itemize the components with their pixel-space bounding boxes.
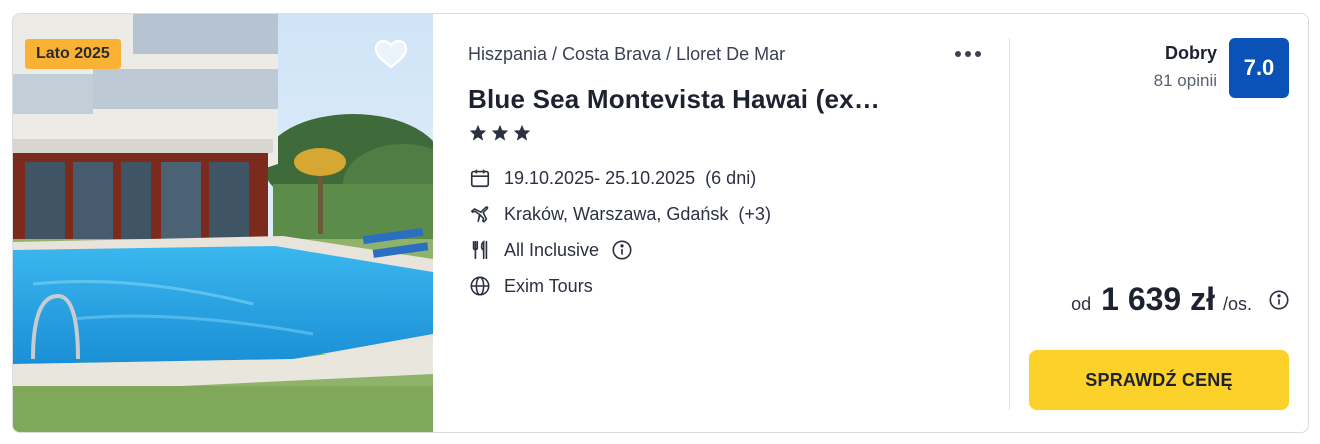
rating-label: Dobry: [1164, 43, 1217, 63]
offer-departures: Kraków, Warszawa, Gdańsk (+3): [468, 202, 771, 226]
price-suffix: /os.: [1222, 294, 1252, 314]
price: od 1 639 zł /os.: [1071, 281, 1290, 318]
cutlery-icon: [468, 238, 492, 262]
heart-icon: [374, 39, 408, 69]
price-prefix: od: [1071, 294, 1092, 314]
more-options-icon: [955, 51, 981, 57]
departures-text: Kraków, Warszawa, Gdańsk: [504, 203, 729, 224]
hotel-photo[interactable]: Lato 2025: [13, 14, 433, 432]
reviews-count[interactable]: 81 opinii: [1154, 71, 1217, 91]
breadcrumb-country[interactable]: Hiszpania: [468, 44, 547, 64]
breadcrumb-separator: /: [552, 44, 558, 64]
breadcrumb-region[interactable]: Costa Brava: [562, 44, 661, 64]
check-price-button[interactable]: SPRAWDŹ CENĘ: [1029, 350, 1289, 410]
star-icon: [491, 124, 509, 141]
rating-score-badge: 7.0: [1229, 38, 1289, 98]
board-text: All Inclusive: [504, 239, 600, 260]
calendar-icon: [468, 166, 492, 190]
star-icon: [469, 124, 487, 141]
offer-operator: Exim Tours: [468, 274, 593, 298]
dates-text: 19.10.2025- 25.10.2025: [504, 167, 696, 188]
hotel-stars: [469, 124, 531, 141]
breadcrumb-separator: /: [666, 44, 672, 64]
offer-dates: 19.10.2025- 25.10.2025 (6 dni): [468, 166, 756, 190]
info-icon[interactable]: [1268, 289, 1290, 311]
offer-card[interactable]: Lato 2025 Hiszpania / Costa Brava / Lloret D…: [12, 13, 1309, 433]
hotel-name[interactable]: Blue Sea Montevista Hawai (ex…: [468, 84, 880, 115]
price-amount: 1 639 zł: [1101, 281, 1215, 317]
season-badge: Lato 2025: [25, 39, 121, 69]
breadcrumb-city[interactable]: Lloret De Mar: [676, 44, 785, 64]
hotel-photo-image: [13, 14, 433, 432]
operator-text: Exim Tours: [504, 275, 593, 296]
plane-icon: [468, 202, 492, 226]
offer-board: All Inclusive: [468, 238, 633, 262]
info-icon[interactable]: [611, 239, 633, 261]
divider: [1009, 38, 1010, 410]
star-icon: [513, 124, 531, 141]
more-options-button[interactable]: [952, 42, 984, 66]
favorite-button[interactable]: [371, 34, 411, 74]
breadcrumb: Hiszpania / Costa Brava / Lloret De Mar: [468, 44, 785, 65]
globe-icon: [468, 274, 492, 298]
offer-info: Hiszpania / Costa Brava / Lloret De Mar Blue…: [468, 14, 998, 432]
departures-more[interactable]: (+3): [738, 204, 771, 225]
duration-text: (6 dni): [705, 167, 757, 188]
